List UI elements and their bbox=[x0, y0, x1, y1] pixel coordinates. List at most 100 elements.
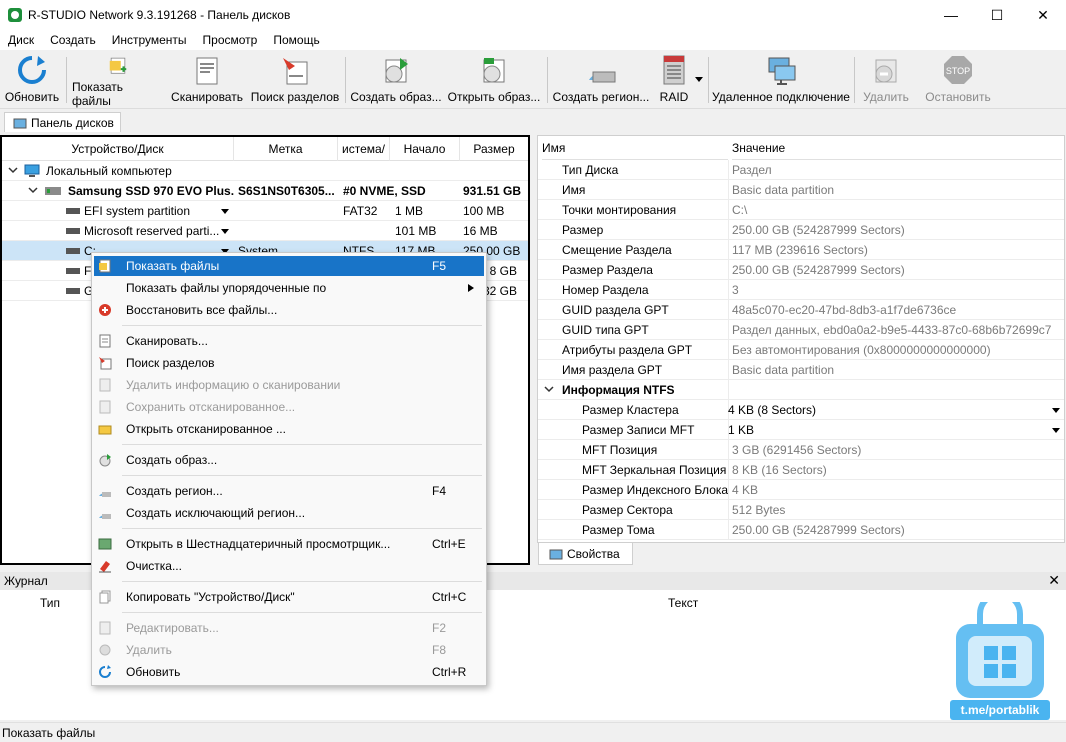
partition-size: 16 MB bbox=[463, 224, 498, 238]
menu-tools[interactable]: Инструменты bbox=[104, 33, 195, 47]
raid-dropdown-icon[interactable] bbox=[695, 77, 703, 82]
tree-row-partition[interactable]: EFI system partition FAT32 1 MB 100 MB bbox=[2, 201, 528, 221]
menu-item-hex-viewer[interactable]: Открыть в Шестнадцатеричный просмотрщик.… bbox=[94, 534, 484, 554]
menu-item-copy[interactable]: Копировать "Устройство/Диск" Ctrl+C bbox=[94, 587, 484, 607]
property-row[interactable]: MFT Зеркальная Позиция 8 KB (16 Sectors) bbox=[538, 460, 1064, 480]
menu-item-open-scan[interactable]: Открыть отсканированное ... bbox=[94, 419, 484, 439]
property-row[interactable]: GUID раздела GPT 48a5c070-ec20-47bd-8db3-… bbox=[538, 300, 1064, 320]
menu-help[interactable]: Помощь bbox=[265, 33, 327, 47]
value-dropdown-icon[interactable] bbox=[1052, 428, 1060, 433]
menu-item-create-region[interactable]: Создать регион... F4 bbox=[94, 481, 484, 501]
menu-view[interactable]: Просмотр bbox=[195, 33, 266, 47]
title-bar: R-STUDIO Network 9.3.191268 - Панель дис… bbox=[0, 0, 1066, 30]
show-files-icon bbox=[109, 57, 127, 74]
property-name: Точки монтирования bbox=[562, 203, 677, 217]
scan-button[interactable]: Сканировать bbox=[170, 54, 244, 108]
menu-item-delete-scan-info[interactable]: Удалить информацию о сканировании bbox=[94, 375, 484, 395]
find-partitions-icon bbox=[99, 357, 112, 370]
col-name[interactable]: Имя bbox=[542, 136, 728, 160]
partition-start: 101 MB bbox=[395, 224, 437, 238]
stop-button[interactable]: STOP Остановить bbox=[920, 54, 996, 108]
menu-item-find-partitions[interactable]: Поиск разделов bbox=[94, 353, 484, 373]
col-value[interactable]: Значение bbox=[732, 136, 1062, 160]
tab-properties[interactable]: Свойства bbox=[538, 543, 633, 565]
create-region-button[interactable]: Создать регион... bbox=[552, 54, 650, 108]
raid-button[interactable]: RAID bbox=[654, 54, 694, 108]
property-row[interactable]: Размер Сектора 512 Bytes bbox=[538, 500, 1064, 520]
property-row[interactable]: Размер 250.00 GB (524287999 Sectors) bbox=[538, 220, 1064, 240]
menu-create[interactable]: Создать bbox=[42, 33, 104, 47]
tree-row-ssd[interactable]: Samsung SSD 970 EVO Plus... S6S1NS0T6305… bbox=[2, 181, 528, 201]
minimize-button[interactable]: — bbox=[928, 0, 974, 30]
property-row[interactable]: Номер Раздела 3 bbox=[538, 280, 1064, 300]
scan-icon bbox=[99, 334, 111, 348]
journal-col-type[interactable]: Тип bbox=[40, 596, 60, 610]
menu-item-restore-all[interactable]: Восстановить все файлы... bbox=[94, 300, 484, 320]
journal-col-text[interactable]: Текст bbox=[668, 596, 698, 610]
menu-item-show-files[interactable]: Показать файлы F5 bbox=[94, 256, 484, 276]
partition-name: Microsoft reserved parti... bbox=[84, 224, 220, 238]
col-label[interactable]: Метка bbox=[234, 137, 338, 161]
refresh-button[interactable]: Обновить bbox=[4, 54, 60, 108]
property-row[interactable]: Имя Basic data partition bbox=[538, 180, 1064, 200]
remote-connection-button[interactable]: Удаленное подключение bbox=[712, 54, 850, 108]
menu-item-create-exclusion-region[interactable]: Создать исключающий регион... bbox=[94, 503, 484, 523]
property-name: Размер Сектора bbox=[582, 503, 673, 517]
open-image-icon bbox=[483, 58, 505, 83]
menu-item-save-scan[interactable]: Сохранить отсканированное... bbox=[94, 397, 484, 417]
col-start[interactable]: Начало bbox=[390, 137, 460, 161]
menu-item-create-image[interactable]: Создать образ... bbox=[94, 450, 484, 470]
create-image-button[interactable]: Создать образ... bbox=[350, 54, 442, 108]
property-group-ntfs[interactable]: Информация NTFS bbox=[538, 380, 1064, 400]
create-image-icon bbox=[385, 58, 408, 83]
refresh-icon bbox=[18, 56, 46, 84]
row-dropdown-icon[interactable] bbox=[221, 229, 229, 234]
chevron-down-icon[interactable] bbox=[28, 187, 38, 195]
find-partitions-icon bbox=[283, 58, 308, 85]
menu-item-delete[interactable]: Удалить F8 bbox=[94, 640, 484, 660]
property-row[interactable]: Размер Раздела 250.00 GB (524287999 Secto… bbox=[538, 260, 1064, 280]
col-device[interactable]: Устройство/Диск bbox=[2, 137, 234, 161]
property-row[interactable]: Атрибуты раздела GPT Без автомонтирования… bbox=[538, 340, 1064, 360]
save-scan-icon bbox=[99, 400, 111, 414]
create-image-icon bbox=[99, 454, 111, 467]
find-partitions-button[interactable]: Поиск разделов bbox=[250, 54, 340, 108]
property-name: Смещение Раздела bbox=[562, 243, 672, 257]
ssd-icon bbox=[45, 187, 61, 195]
show-files-button[interactable]: Показать файлы bbox=[72, 54, 164, 108]
tab-disk-panel[interactable]: Панель дисков bbox=[4, 112, 121, 132]
property-row[interactable]: Размер Тома 250.00 GB (524287999 Sectors) bbox=[538, 520, 1064, 540]
property-row[interactable]: Точки монтирования C:\ bbox=[538, 200, 1064, 220]
delete-button[interactable]: Удалить bbox=[858, 54, 914, 108]
property-row[interactable]: GUID типа GPT Раздел данных, ebd0a0a2-b9e… bbox=[538, 320, 1064, 340]
tree-row-partition[interactable]: Microsoft reserved parti... 101 MB 16 MB bbox=[2, 221, 528, 241]
partition-icon bbox=[66, 208, 80, 214]
property-row[interactable]: Имя раздела GPT Basic data partition bbox=[538, 360, 1064, 380]
chevron-down-icon[interactable] bbox=[544, 386, 554, 394]
property-row[interactable]: Смещение Раздела 117 MB (239616 Sectors) bbox=[538, 240, 1064, 260]
value-dropdown-icon[interactable] bbox=[1052, 408, 1060, 413]
property-row[interactable]: Размер Записи MFT 1 KB bbox=[538, 420, 1064, 440]
col-size[interactable]: Размер bbox=[460, 137, 528, 161]
menu-item-wipe[interactable]: Очистка... bbox=[94, 556, 484, 576]
chevron-down-icon[interactable] bbox=[8, 167, 18, 175]
menu-disk[interactable]: Диск bbox=[0, 33, 42, 47]
row-dropdown-icon[interactable] bbox=[221, 209, 229, 214]
property-row[interactable]: Размер Индексного Блока 4 KB bbox=[538, 480, 1064, 500]
ssd-size: 931.51 GB bbox=[463, 184, 522, 198]
journal-close-button[interactable]: ✕ bbox=[1048, 572, 1060, 589]
property-value: 1 KB bbox=[728, 423, 755, 437]
property-row[interactable]: Размер Кластера 4 KB (8 Sectors) bbox=[538, 400, 1064, 420]
col-filesystem[interactable]: истема/ bbox=[338, 137, 390, 161]
property-row[interactable]: MFT Позиция 3 GB (6291456 Sectors) bbox=[538, 440, 1064, 460]
menu-item-show-files-sorted[interactable]: Показать файлы упорядоченные по bbox=[94, 278, 484, 298]
menu-item-scan[interactable]: Сканировать... bbox=[94, 331, 484, 351]
menu-item-edit[interactable]: Редактировать... F2 bbox=[94, 618, 484, 638]
context-menu: Показать файлы F5 Показать файлы упорядо… bbox=[91, 252, 487, 686]
open-image-button[interactable]: Открыть образ... bbox=[447, 54, 541, 108]
close-button[interactable]: ✕ bbox=[1020, 0, 1066, 30]
maximize-button[interactable]: ☐ bbox=[974, 0, 1020, 30]
tree-row-computer[interactable]: Локальный компьютер bbox=[2, 161, 528, 181]
menu-item-refresh[interactable]: Обновить Ctrl+R bbox=[94, 662, 484, 682]
property-row[interactable]: Тип Диска Раздел bbox=[538, 160, 1064, 180]
